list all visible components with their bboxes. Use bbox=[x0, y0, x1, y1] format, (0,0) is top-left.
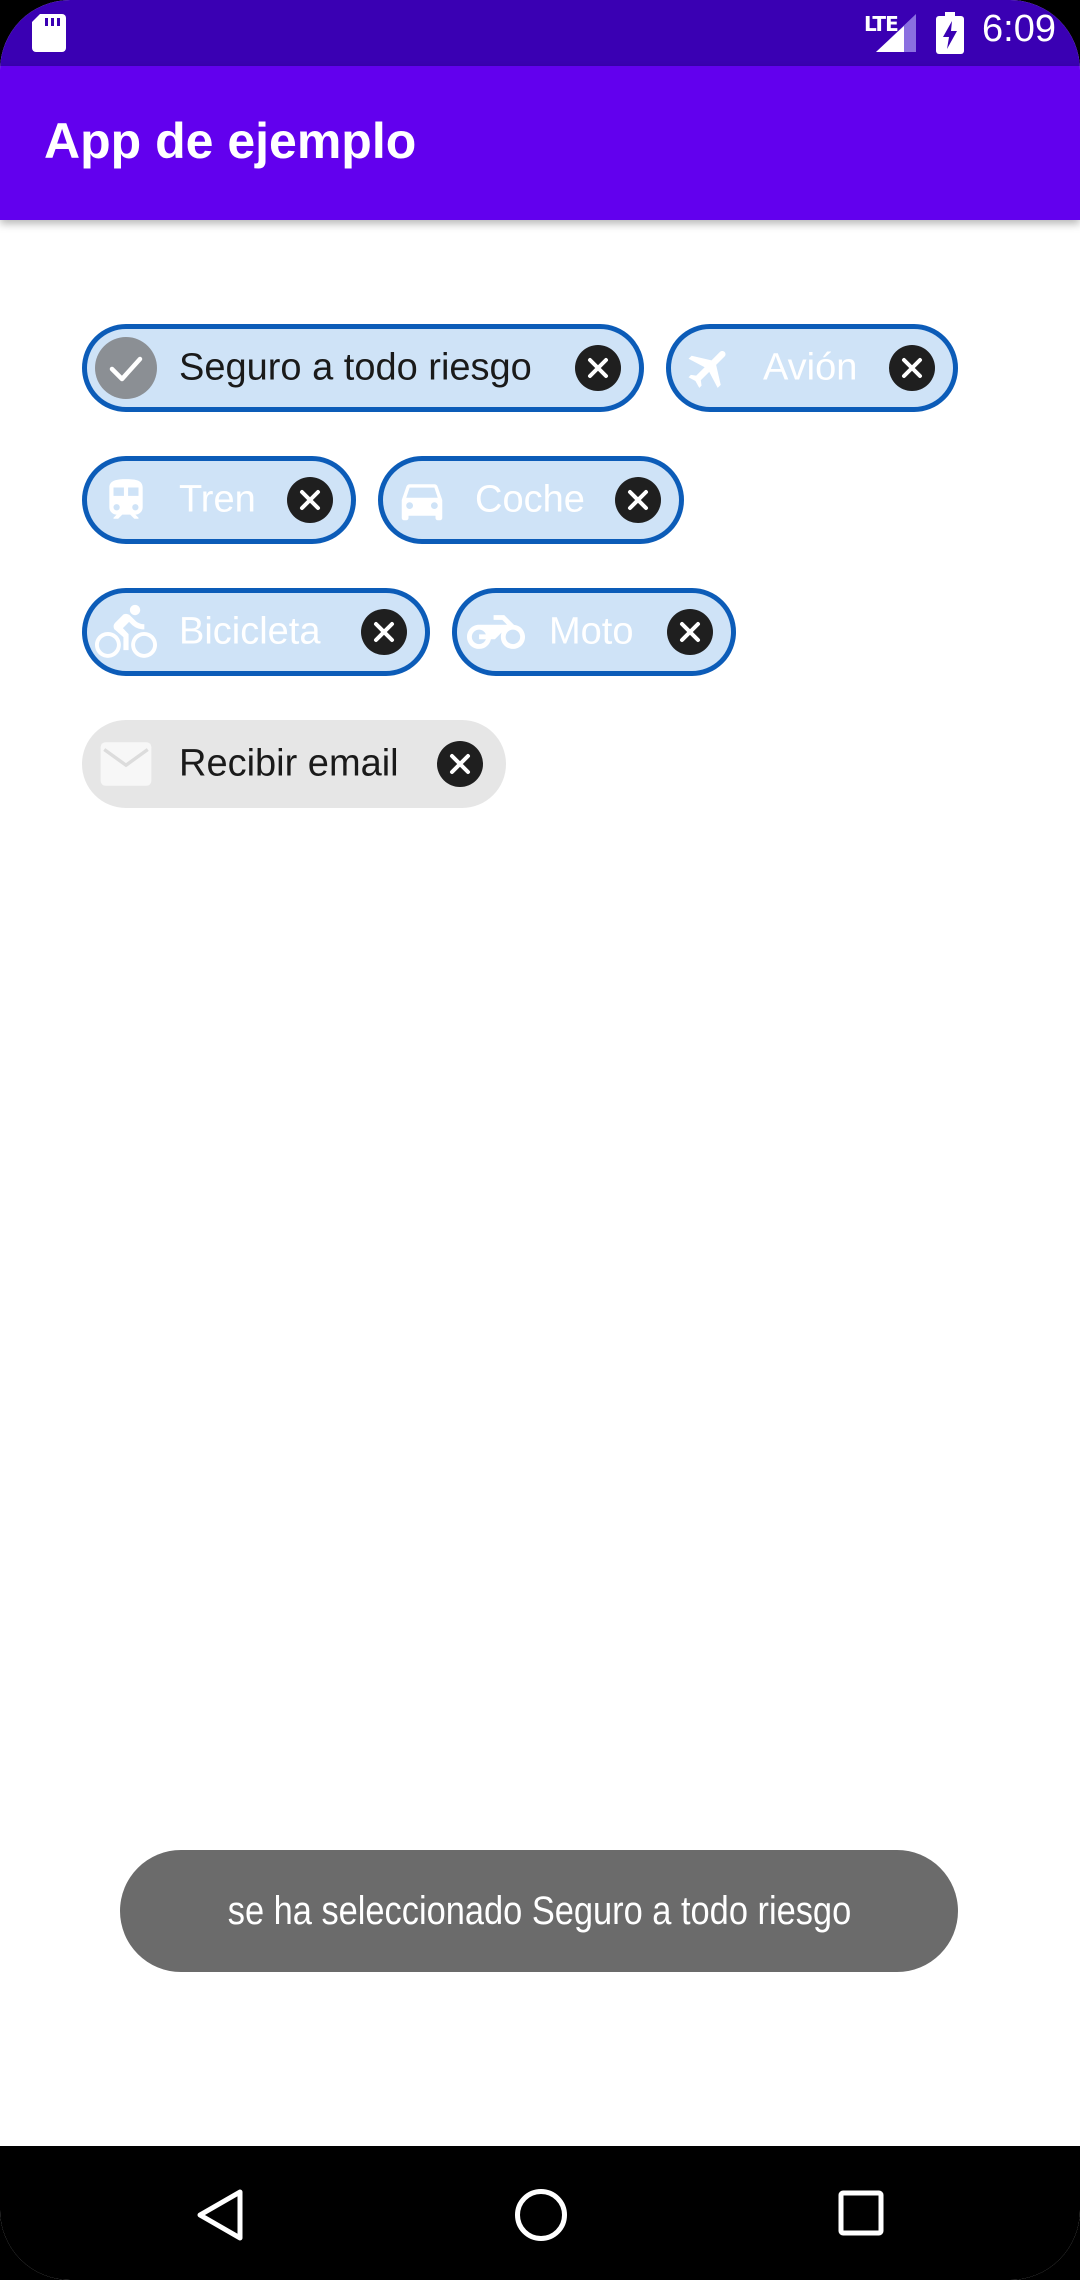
check-icon bbox=[95, 337, 157, 399]
screen: LTE 6:09 App de ejemplo Seguro a todo ri… bbox=[0, 0, 1080, 2280]
chip-label: Recibir email bbox=[179, 742, 399, 785]
recents-icon[interactable] bbox=[838, 2190, 884, 2236]
navigation-bar bbox=[0, 2146, 1080, 2280]
close-icon[interactable] bbox=[287, 477, 333, 523]
signal-icon bbox=[876, 14, 916, 52]
back-icon[interactable] bbox=[194, 2188, 244, 2242]
train-icon bbox=[95, 469, 157, 531]
toast-message: se ha seleccionado Seguro a todo riesgo bbox=[227, 1888, 851, 1933]
sd-card-icon bbox=[32, 14, 66, 52]
close-icon[interactable] bbox=[615, 477, 661, 523]
close-icon[interactable] bbox=[437, 741, 483, 787]
chip-label: Tren bbox=[179, 478, 256, 521]
close-icon[interactable] bbox=[575, 345, 621, 391]
chip-label: Bicicleta bbox=[179, 610, 321, 653]
close-icon[interactable] bbox=[361, 609, 407, 655]
close-icon[interactable] bbox=[889, 345, 935, 391]
app-bar: App de ejemplo bbox=[0, 66, 1080, 220]
status-bar: LTE 6:09 bbox=[0, 0, 1080, 66]
chip-moto[interactable]: Moto bbox=[452, 588, 736, 676]
bicycle-icon bbox=[95, 601, 157, 663]
chip-label: Seguro a todo riesgo bbox=[179, 346, 532, 389]
chip-coche[interactable]: Coche bbox=[378, 456, 684, 544]
email-icon bbox=[95, 733, 157, 795]
chip-tren[interactable]: Tren bbox=[82, 456, 356, 544]
motorcycle-icon bbox=[465, 601, 527, 663]
chip-seguro[interactable]: Seguro a todo riesgo bbox=[82, 324, 644, 412]
chip-label: Avión bbox=[763, 346, 858, 389]
car-icon bbox=[391, 469, 453, 531]
chip-bicicleta[interactable]: Bicicleta bbox=[82, 588, 430, 676]
app-title: App de ejemplo bbox=[44, 113, 417, 169]
battery-charging-icon bbox=[936, 12, 964, 54]
chip-label: Coche bbox=[475, 478, 585, 521]
toast: se ha seleccionado Seguro a todo riesgo bbox=[120, 1850, 958, 1972]
chip-avion[interactable]: Avión bbox=[666, 324, 958, 412]
chip-label: Moto bbox=[549, 610, 634, 653]
home-icon[interactable] bbox=[514, 2188, 568, 2242]
airplane-icon bbox=[679, 337, 741, 399]
chip-recibir-email[interactable]: Recibir email bbox=[82, 720, 506, 808]
close-icon[interactable] bbox=[667, 609, 713, 655]
clock: 6:09 bbox=[982, 8, 1056, 50]
